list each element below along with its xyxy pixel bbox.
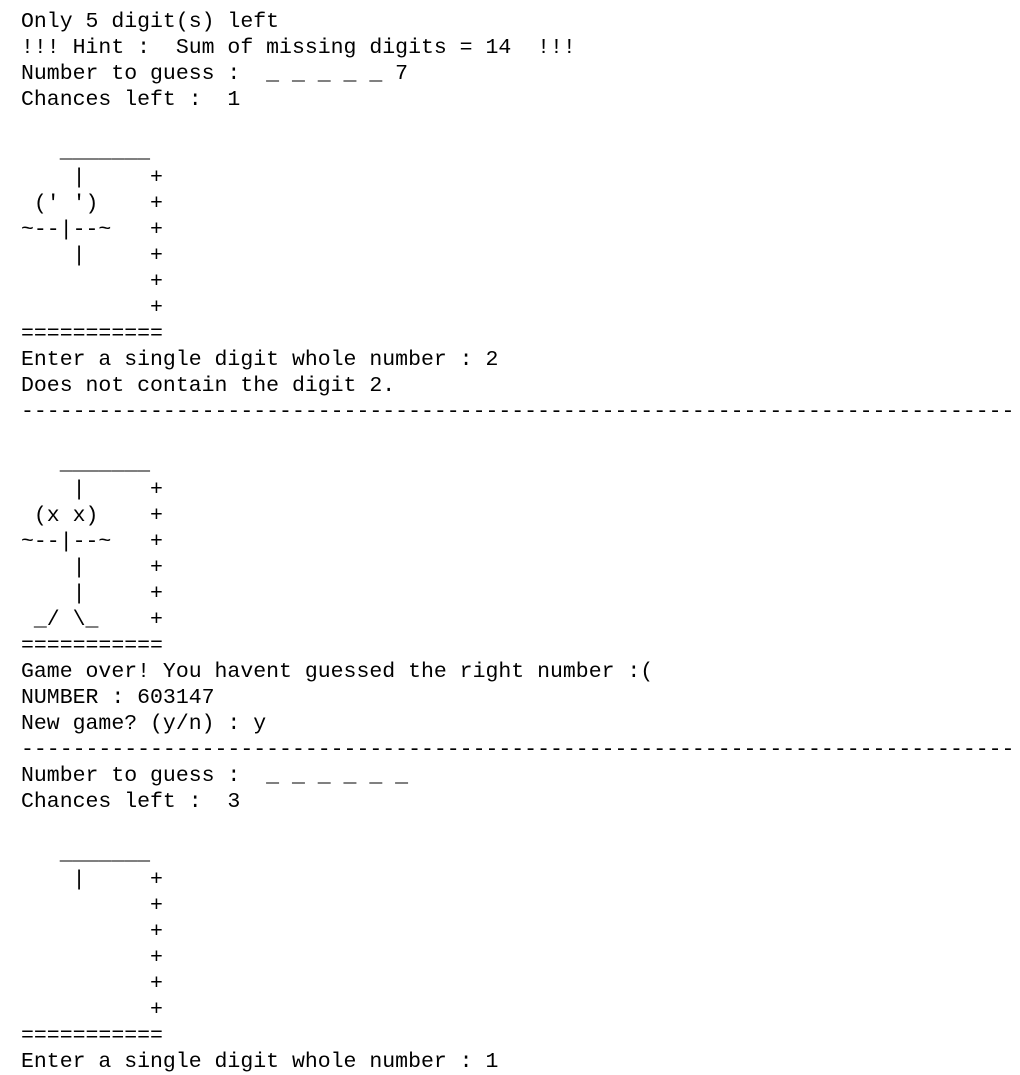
terminal-line: ===========	[21, 1024, 163, 1048]
terminal-line: +	[21, 998, 163, 1022]
terminal-line: +	[21, 296, 163, 320]
terminal-line: +	[21, 920, 163, 944]
terminal-output[interactable]: ----------------------------------------…	[21, 0, 1011, 1075]
terminal-line: !!! Hint : Sum of missing digits = 14 !!…	[21, 36, 576, 60]
terminal-line: _______	[21, 140, 151, 164]
terminal-line: (' ') +	[21, 192, 163, 216]
terminal-line: _______	[21, 452, 151, 476]
terminal-line: | +	[21, 166, 163, 190]
terminal-line: Only 5 digit(s) left	[21, 10, 280, 34]
terminal-line: | +	[21, 244, 163, 268]
terminal-line: ----------------------------------------…	[21, 738, 1011, 762]
terminal-line: | +	[21, 556, 163, 580]
terminal-line: +	[21, 946, 163, 970]
terminal-line: NUMBER : 603147	[21, 686, 215, 710]
terminal-line: Enter a single digit whole number : 1	[21, 1050, 499, 1074]
terminal-line: _/ \_ +	[21, 608, 163, 632]
terminal-line: Number to guess : _ _ _ _ _ _	[21, 764, 409, 788]
terminal-line: Number to guess : _ _ _ _ _ 7	[21, 62, 409, 86]
terminal-line: Game over! You havent guessed the right …	[21, 660, 654, 684]
terminal-line: +	[21, 972, 163, 996]
terminal-line: +	[21, 270, 163, 294]
terminal-line: ----------------------------------------…	[21, 0, 1011, 9]
terminal-line: ~--|--~ +	[21, 530, 163, 554]
terminal-line: | +	[21, 478, 163, 502]
terminal-line: Does not contain the digit 2.	[21, 374, 396, 398]
terminal-line: ----------------------------------------…	[21, 400, 1011, 424]
terminal-line: (x x) +	[21, 504, 163, 528]
terminal-line: Chances left : 1	[21, 88, 241, 112]
terminal-line: Chances left : 3	[21, 790, 241, 814]
terminal-line: ===========	[21, 322, 163, 346]
terminal-line: _______	[21, 842, 151, 866]
terminal-line: Enter a single digit whole number : 2	[21, 348, 499, 372]
terminal-line: ~--|--~ +	[21, 218, 163, 242]
terminal-line: | +	[21, 868, 163, 892]
terminal-line: +	[21, 894, 163, 918]
terminal-line: ===========	[21, 634, 163, 658]
terminal-line: New game? (y/n) : y	[21, 712, 267, 736]
terminal-line: | +	[21, 582, 163, 606]
